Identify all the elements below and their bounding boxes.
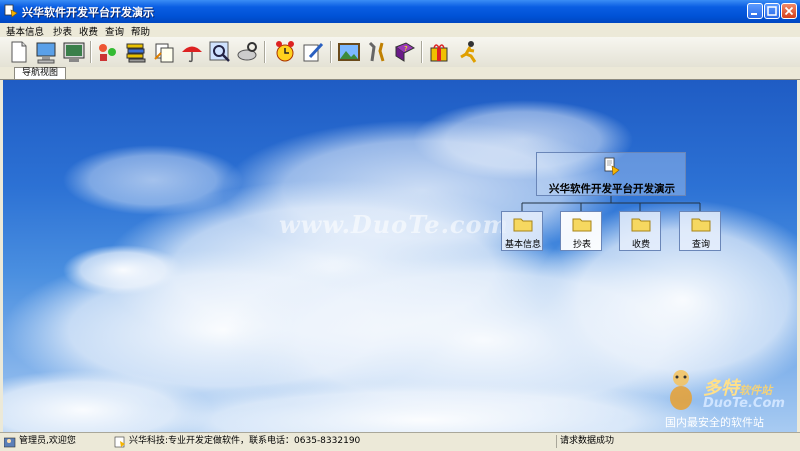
duote-logo-icon bbox=[670, 370, 692, 410]
minimize-icon bbox=[751, 13, 757, 15]
monitor-icon bbox=[63, 42, 85, 62]
folder-icon bbox=[513, 218, 533, 232]
picture-button[interactable] bbox=[336, 39, 362, 65]
new-doc-icon bbox=[11, 41, 27, 63]
svg-text:?: ? bbox=[404, 45, 408, 53]
new-doc-button[interactable] bbox=[5, 39, 31, 65]
tools-icon bbox=[368, 41, 385, 62]
monitor-button[interactable] bbox=[61, 39, 87, 65]
tree-node-basic-info[interactable]: 基本信息 bbox=[501, 211, 543, 251]
disk-search-button[interactable] bbox=[235, 39, 261, 65]
alarm-clock-button[interactable] bbox=[272, 39, 298, 65]
duote-domain-watermark: DuoTe.Com bbox=[703, 396, 785, 411]
toolbar-separator bbox=[264, 41, 265, 63]
picture-icon bbox=[338, 43, 360, 61]
tree-node-label: 收费 bbox=[631, 240, 650, 250]
toolbar-separator bbox=[90, 41, 91, 63]
edit-button[interactable] bbox=[300, 39, 326, 65]
menu-query[interactable]: 查询 bbox=[105, 24, 124, 38]
app-icon bbox=[4, 4, 18, 18]
copy-icon bbox=[154, 43, 174, 63]
toolbar-separator bbox=[421, 41, 422, 63]
window-title: 兴华软件开发平台开发演示 bbox=[22, 6, 154, 19]
duote-slogan-watermark: 国内最安全的软件站 bbox=[665, 416, 764, 429]
status-user: 管理员,欢迎您 bbox=[19, 436, 76, 446]
maximize-icon bbox=[767, 6, 777, 16]
folder-icon bbox=[691, 218, 711, 232]
book-stack-button[interactable] bbox=[123, 39, 149, 65]
tree-node-label: 基本信息 bbox=[504, 240, 541, 250]
menu-charge[interactable]: 收费 bbox=[79, 24, 98, 38]
people-icon bbox=[99, 44, 116, 61]
tab-nav-view[interactable]: 导航视图 bbox=[14, 67, 66, 79]
gift-button[interactable] bbox=[426, 39, 452, 65]
duote-watermark: www.DuoTe.com bbox=[279, 210, 509, 239]
umbrella-button[interactable] bbox=[179, 39, 205, 65]
computer-button[interactable] bbox=[33, 39, 59, 65]
toolbar-separator bbox=[330, 41, 331, 63]
copy-button[interactable] bbox=[151, 39, 177, 65]
folder-icon bbox=[631, 218, 651, 232]
toolbar: ? bbox=[0, 37, 800, 68]
help-book-icon: ? bbox=[394, 42, 416, 62]
app-root-icon bbox=[604, 157, 620, 176]
close-icon bbox=[784, 6, 794, 16]
title-bar: 兴华软件开发平台开发演示 bbox=[0, 0, 800, 23]
status-bar: 管理员,欢迎您 兴华科技:专业开发定做软件，联系电话：0635-8332190 … bbox=[0, 432, 800, 451]
nav-canvas: www.DuoTe.com 兴华软件开发平台开发演示 基本信息 抄表 收费 查询… bbox=[3, 80, 797, 432]
minimize-button[interactable] bbox=[747, 3, 763, 19]
magnifier-icon bbox=[209, 41, 230, 62]
status-company: 兴华科技:专业开发定做软件，联系电话：0635-8332190 bbox=[129, 436, 361, 446]
company-icon bbox=[114, 436, 125, 448]
edit-icon bbox=[303, 42, 324, 62]
run-icon bbox=[460, 41, 477, 63]
run-button[interactable] bbox=[456, 39, 482, 65]
tree-root-label: 兴华软件开发平台开发演示 bbox=[549, 183, 675, 195]
tree-node-query[interactable]: 查询 bbox=[679, 211, 721, 251]
magnifier-button[interactable] bbox=[207, 39, 233, 65]
computer-icon bbox=[36, 42, 56, 64]
user-icon bbox=[4, 437, 16, 448]
umbrella-icon bbox=[182, 46, 202, 63]
book-stack-icon bbox=[126, 43, 146, 63]
tab-strip: 导航视图 bbox=[0, 67, 800, 80]
status-message: 请求数据成功 bbox=[556, 435, 800, 448]
menu-meter-reading[interactable]: 抄表 bbox=[53, 24, 72, 38]
maximize-button[interactable] bbox=[764, 3, 780, 19]
folder-icon bbox=[572, 218, 592, 232]
people-button[interactable] bbox=[95, 39, 121, 65]
disk-search-icon bbox=[237, 42, 257, 61]
tree-node-charge[interactable]: 收费 bbox=[619, 211, 661, 251]
tree-node-label: 查询 bbox=[691, 240, 710, 250]
alarm-clock-icon bbox=[276, 41, 294, 62]
help-book-button[interactable]: ? bbox=[392, 39, 418, 65]
tree-node-meter-reading[interactable]: 抄表 bbox=[560, 211, 602, 251]
menu-basic-info[interactable]: 基本信息 bbox=[6, 24, 44, 38]
menu-help[interactable]: 帮助 bbox=[131, 24, 150, 38]
gift-icon bbox=[430, 44, 448, 62]
tree-node-label: 抄表 bbox=[572, 240, 591, 250]
close-button[interactable] bbox=[781, 3, 797, 19]
tools-button[interactable] bbox=[364, 39, 390, 65]
menu-bar: 基本信息 抄表 收费 查询 帮助 bbox=[0, 23, 800, 38]
tree-root-node[interactable]: 兴华软件开发平台开发演示 bbox=[536, 152, 686, 196]
